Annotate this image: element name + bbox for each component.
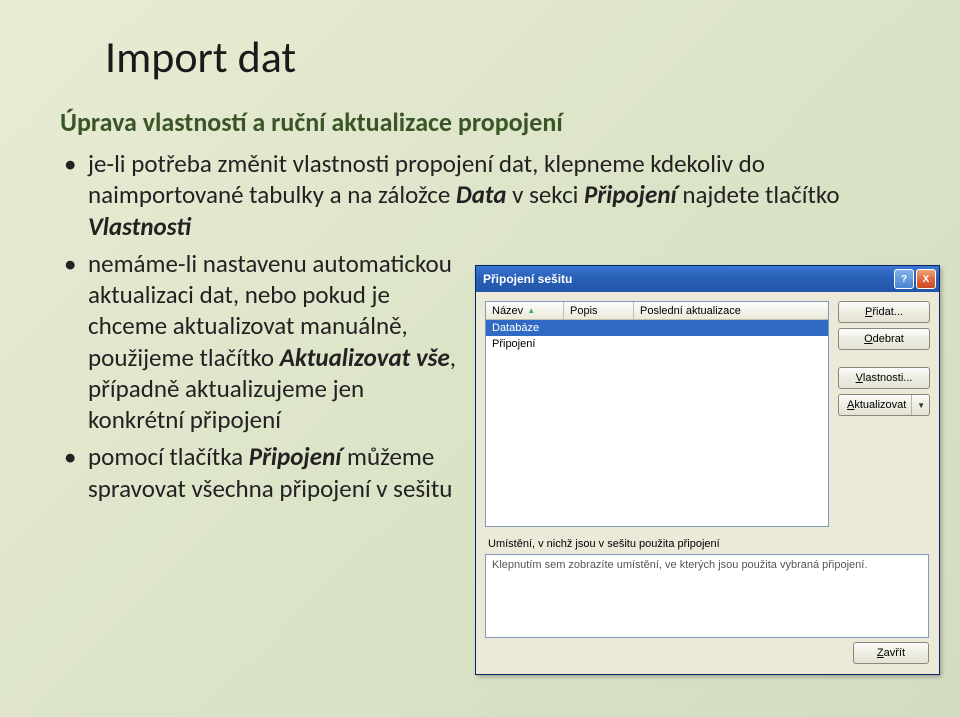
list-header: Název ▲ Popis Poslední aktualizace xyxy=(486,302,828,320)
dialog-connections: Připojení sešitu ? X Název ▲ Popis Posle… xyxy=(475,265,940,675)
dialog-title: Připojení sešitu xyxy=(483,272,892,286)
close-icon[interactable]: X xyxy=(916,269,936,289)
sort-asc-icon: ▲ xyxy=(527,306,535,315)
locations-hint: Klepnutím sem zobrazíte umístění, ve kte… xyxy=(492,559,867,571)
bullet-item: pomocí tlačítka Připojení můžeme spravov… xyxy=(88,441,458,504)
add-button[interactable]: Přidat... xyxy=(838,301,930,323)
button-column: Přidat... Odebrat Vlastnosti... Aktualiz… xyxy=(838,301,930,416)
column-last-update[interactable]: Poslední aktualizace xyxy=(634,302,828,319)
refresh-button[interactable]: Aktualizovat ▼ xyxy=(838,394,930,416)
remove-button[interactable]: Odebrat xyxy=(838,328,930,350)
help-button[interactable]: ? xyxy=(894,269,914,289)
column-name[interactable]: Název ▲ xyxy=(486,302,564,319)
locations-box[interactable]: Klepnutím sem zobrazíte umístění, ve kte… xyxy=(485,554,929,638)
dialog-body: Název ▲ Popis Poslední aktualizace Datab… xyxy=(476,292,939,674)
chevron-down-icon[interactable]: ▼ xyxy=(911,395,925,415)
dialog-titlebar[interactable]: Připojení sešitu ? X xyxy=(476,266,939,292)
column-desc[interactable]: Popis xyxy=(564,302,634,319)
close-button[interactable]: Zavřít xyxy=(853,642,929,664)
list-row[interactable]: Připojení xyxy=(486,336,828,352)
bullet-item: nemáme-li nastavenu automatickou aktuali… xyxy=(88,248,458,436)
list-body: Databáze Připojení xyxy=(486,320,828,526)
bullet-item: je-li potřeba změnit vlastnosti propojen… xyxy=(88,148,908,242)
list-row[interactable]: Databáze xyxy=(486,320,828,336)
slide-title: Import dat xyxy=(105,30,910,84)
connections-list[interactable]: Název ▲ Popis Poslední aktualizace Datab… xyxy=(485,301,829,527)
slide-subtitle: Úprava vlastností a ruční aktualizace pr… xyxy=(60,106,910,138)
properties-button[interactable]: Vlastnosti... xyxy=(838,367,930,389)
locations-label: Umístění, v nichž jsou v sešitu použita … xyxy=(488,538,720,550)
